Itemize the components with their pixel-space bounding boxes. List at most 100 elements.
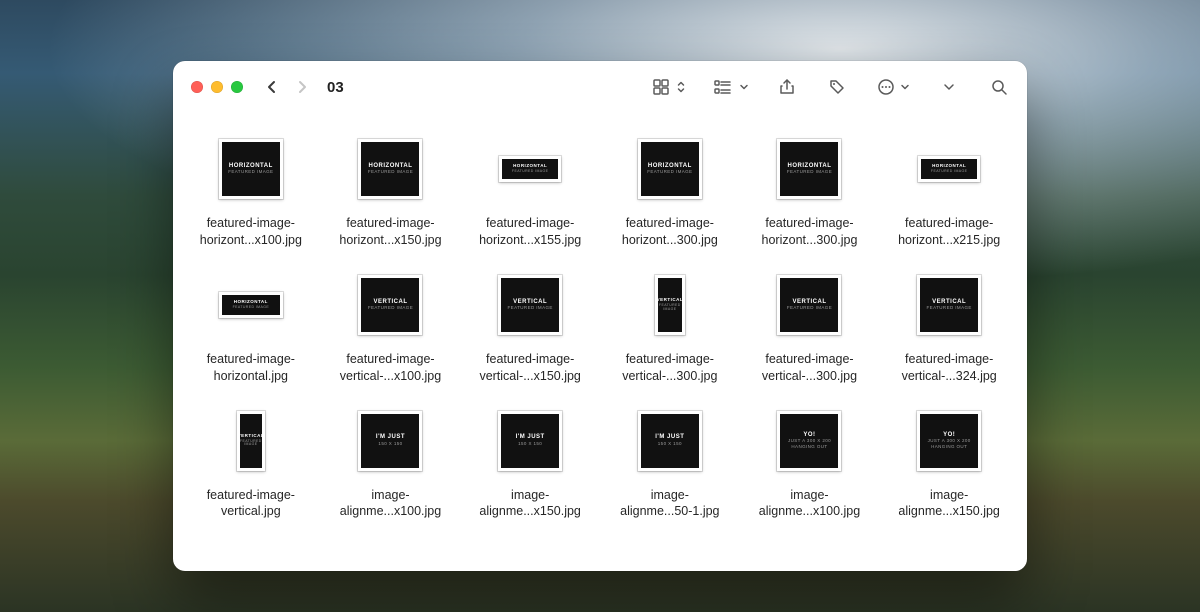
file-thumbnail: VERTICALFEATURED IMAGE xyxy=(492,267,568,343)
file-thumbnail: I'M JUST150 X 150 xyxy=(492,403,568,479)
file-item[interactable]: I'M JUST 150 X 150 image-alignme...50-1.jp… xyxy=(602,403,738,521)
thumb-text-line: FEATURED IMAGE xyxy=(368,306,413,311)
thumb-text-line: FEATURED IMAGE xyxy=(508,306,553,311)
window-titlebar: 03 xyxy=(173,61,1027,113)
file-thumbnail: VERTICALFEATURED IMAGE xyxy=(632,267,708,343)
thumb-text-line: 150 X 150 xyxy=(378,442,402,447)
file-name: image-alignme...50-1.jpg xyxy=(606,487,734,521)
file-thumbnail: HORIZONTALFEATURED IMAGE xyxy=(213,131,289,207)
file-thumbnail: YO!JUST A 300 X 200HANGING OUT xyxy=(911,403,987,479)
thumb-text-line: 150 X 150 xyxy=(658,442,682,447)
updown-caret-icon xyxy=(676,80,686,94)
thumb-text-line: FEATURED IMAGE xyxy=(927,306,972,311)
file-name: image-alignme...x150.jpg xyxy=(885,487,1013,521)
file-thumbnail: YO!JUST A 300 X 200HANGING OUT xyxy=(771,403,847,479)
close-button[interactable] xyxy=(191,81,203,93)
window-title: 03 xyxy=(327,79,344,96)
thumb-text-line: FEATURED IMAGE xyxy=(368,170,413,175)
file-grid-area: HORIZONTALFEATURED IMAGE featured-image-h… xyxy=(173,113,1027,571)
file-name: featured-image-vertical-...324.jpg xyxy=(885,351,1013,385)
file-item[interactable]: YO!JUST A 300 X 200HANGING OUT image-alig… xyxy=(881,403,1017,521)
thumb-text-line: FEATURED IMAGE xyxy=(787,170,832,175)
thumb-text-line: FEATURED IMAGE xyxy=(240,440,262,447)
file-item[interactable]: VERTICALFEATURED IMAGE featured-image-ver… xyxy=(742,267,878,385)
file-name: featured-image-vertical-...x100.jpg xyxy=(326,351,454,385)
file-item[interactable]: YO!JUST A 300 X 200HANGING OUT image-alig… xyxy=(742,403,878,521)
window-controls xyxy=(191,81,243,93)
thumb-text-line: YO! xyxy=(943,432,955,438)
toolbar-overflow-button[interactable] xyxy=(935,73,963,101)
file-thumbnail: HORIZONTALFEATURED IMAGE xyxy=(911,131,987,207)
file-name: featured-image-horizont...x215.jpg xyxy=(885,215,1013,249)
file-item[interactable]: HORIZONTALFEATURED IMAGE featured-image-h… xyxy=(602,131,738,249)
file-item[interactable]: HORIZONTALFEATURED IMAGE featured-image-h… xyxy=(462,131,598,249)
file-thumbnail: VERTICALFEATURED IMAGE xyxy=(213,403,289,479)
thumb-text-line: FEATURED IMAGE xyxy=(233,306,269,310)
file-name: featured-image-vertical-...x150.jpg xyxy=(466,351,594,385)
file-item[interactable]: HORIZONTALFEATURED IMAGE featured-image-h… xyxy=(183,131,319,249)
file-thumbnail: VERTICALFEATURED IMAGE xyxy=(911,267,987,343)
view-icons-button[interactable] xyxy=(649,73,689,101)
file-thumbnail: HORIZONTALFEATURED IMAGE xyxy=(492,131,568,207)
file-item[interactable]: VERTICALFEATURED IMAGE featured-image-ver… xyxy=(462,267,598,385)
file-name: featured-image-horizont...x155.jpg xyxy=(466,215,594,249)
nav-forward-button[interactable] xyxy=(291,76,313,98)
finder-window: 03 xyxy=(173,61,1027,571)
thumb-text-line: JUST A 300 X 200 xyxy=(788,439,831,444)
thumb-text-line: HANGING OUT xyxy=(931,445,967,450)
file-name: image-alignme...x100.jpg xyxy=(745,487,873,521)
thumb-text-line: FEATURED IMAGE xyxy=(658,304,682,311)
file-thumbnail: VERTICALFEATURED IMAGE xyxy=(352,267,428,343)
thumb-text-line: FEATURED IMAGE xyxy=(228,170,273,175)
file-thumbnail: HORIZONTALFEATURED IMAGE xyxy=(771,131,847,207)
file-thumbnail: VERTICALFEATURED IMAGE xyxy=(771,267,847,343)
file-name: image-alignme...x150.jpg xyxy=(466,487,594,521)
file-item[interactable]: VERTICALFEATURED IMAGE featured-image-ver… xyxy=(602,267,738,385)
minimize-button[interactable] xyxy=(211,81,223,93)
file-name: featured-image-horizont...300.jpg xyxy=(745,215,873,249)
file-item[interactable]: HORIZONTALFEATURED IMAGE featured-image-h… xyxy=(323,131,459,249)
thumb-text-line: JUST A 300 X 200 xyxy=(928,439,971,444)
file-grid: HORIZONTALFEATURED IMAGE featured-image-h… xyxy=(183,131,1017,520)
thumb-text-line: YO! xyxy=(803,432,815,438)
file-name: featured-image-horizont...x100.jpg xyxy=(187,215,315,249)
file-item[interactable]: I'M JUST150 X 150 image-alignme...x150.jp… xyxy=(462,403,598,521)
action-menu-button[interactable] xyxy=(873,73,913,101)
group-by-button[interactable] xyxy=(711,73,751,101)
file-thumbnail: HORIZONTALFEATURED IMAGE xyxy=(632,131,708,207)
file-thumbnail: I'M JUST 150 X 150 xyxy=(352,403,428,479)
file-name: featured-image-horizontal.jpg xyxy=(187,351,315,385)
thumb-text-line: I'M JUST xyxy=(655,434,684,440)
file-item[interactable]: VERTICALFEATURED IMAGE featured-image-ver… xyxy=(881,267,1017,385)
thumb-text-line: FEATURED IMAGE xyxy=(647,170,692,175)
file-thumbnail: HORIZONTALFEATURED IMAGE xyxy=(352,131,428,207)
thumb-text-line: I'M JUST xyxy=(376,434,405,440)
file-name: featured-image-horizont...x150.jpg xyxy=(326,215,454,249)
file-name: featured-image-vertical.jpg xyxy=(187,487,315,521)
thumb-text-line: FEATURED IMAGE xyxy=(787,306,832,311)
file-name: featured-image-horizont...300.jpg xyxy=(606,215,734,249)
file-item[interactable]: I'M JUST 150 X 150 image-alignme...x100.jp… xyxy=(323,403,459,521)
thumb-text-line: FEATURED IMAGE xyxy=(512,170,548,174)
nav-back-button[interactable] xyxy=(261,76,283,98)
file-item[interactable]: HORIZONTALFEATURED IMAGEfeatured-image-h… xyxy=(183,267,319,385)
chevron-down-icon xyxy=(739,82,749,92)
search-button[interactable] xyxy=(985,73,1013,101)
thumb-text-line: I'M JUST xyxy=(516,434,545,440)
chevron-down-icon xyxy=(900,82,910,92)
thumb-text-line: HANGING OUT xyxy=(791,445,827,450)
desktop-wallpaper: 03 xyxy=(0,0,1200,612)
thumb-text-line: FEATURED IMAGE xyxy=(931,170,967,174)
file-name: featured-image-vertical-...300.jpg xyxy=(745,351,873,385)
thumb-text-line: VERTICAL xyxy=(238,434,265,439)
share-button[interactable] xyxy=(773,73,801,101)
file-item[interactable]: VERTICALFEATURED IMAGE featured-image-ver… xyxy=(323,267,459,385)
zoom-button[interactable] xyxy=(231,81,243,93)
file-item[interactable]: HORIZONTALFEATURED IMAGE featured-image-h… xyxy=(742,131,878,249)
tags-button[interactable] xyxy=(823,73,851,101)
file-name: image-alignme...x100.jpg xyxy=(326,487,454,521)
file-name: featured-image-vertical-...300.jpg xyxy=(606,351,734,385)
file-item[interactable]: VERTICALFEATURED IMAGE featured-image-ver… xyxy=(183,403,319,521)
file-item[interactable]: HORIZONTALFEATURED IMAGE featured-image-h… xyxy=(881,131,1017,249)
file-thumbnail: I'M JUST 150 X 150 xyxy=(632,403,708,479)
